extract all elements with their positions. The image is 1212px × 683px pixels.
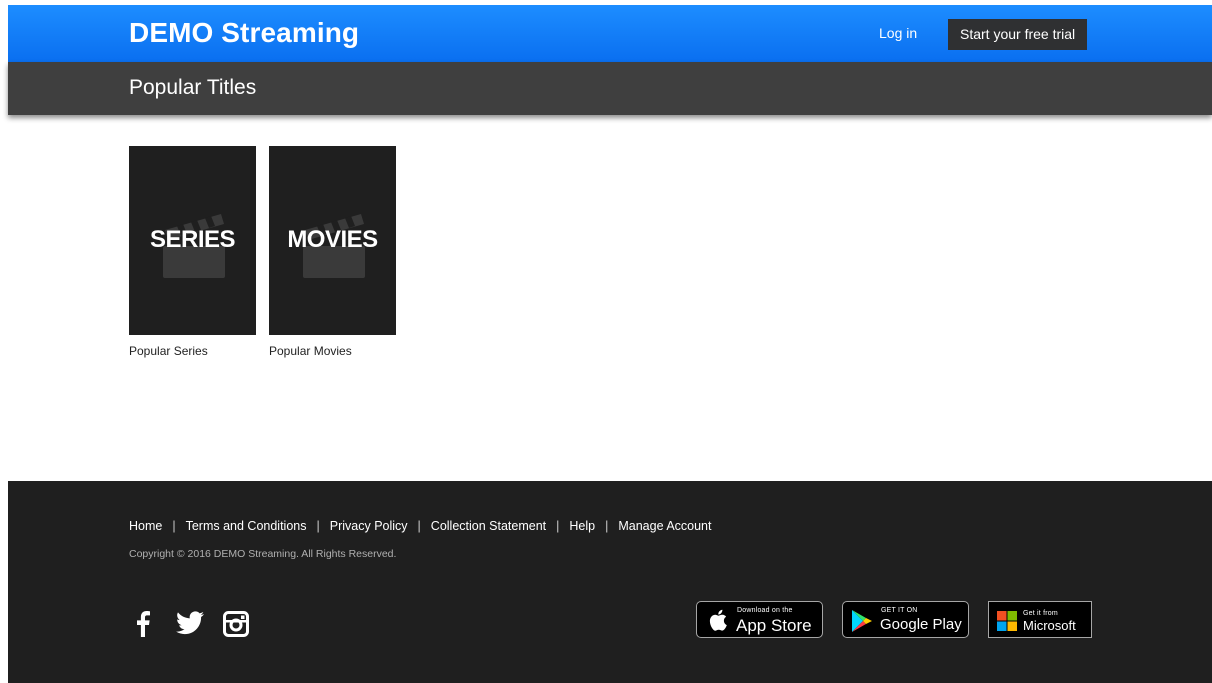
footer-links: Home | Terms and Conditions | Privacy Po… (129, 519, 711, 533)
section-header: Popular Titles (8, 62, 1212, 115)
movies-caption[interactable]: Popular Movies (269, 344, 396, 358)
page-title: Popular Titles (129, 76, 257, 99)
footer-separator: | (417, 519, 421, 533)
series-poster-label: SERIES (149, 226, 236, 253)
microsoft-small-text: Get it from (1023, 610, 1058, 617)
footer-link-manage-account[interactable]: Manage Account (618, 519, 711, 533)
page: DEMO Streaming Log in Start your free tr… (8, 5, 1212, 683)
google-play-small-text: GET IT ON (881, 607, 918, 614)
login-link[interactable]: Log in (879, 25, 917, 41)
facebook-icon[interactable] (136, 611, 150, 637)
popular-movies-tile[interactable]: MOVIES Popular Movies (269, 146, 396, 358)
instagram-icon[interactable] (223, 611, 249, 637)
google-play-badge[interactable]: GET IT ON Google Play (842, 601, 969, 638)
app-store-badge[interactable]: Download on the App Store (696, 601, 823, 638)
footer-separator: | (605, 519, 609, 533)
footer-link-privacy[interactable]: Privacy Policy (330, 519, 408, 533)
footer: Home | Terms and Conditions | Privacy Po… (8, 481, 1212, 683)
footer-separator: | (556, 519, 560, 533)
top-header: DEMO Streaming Log in Start your free tr… (8, 5, 1212, 62)
movies-poster-label: MOVIES (287, 226, 378, 253)
microsoft-store-badge[interactable]: Get it from Microsoft (988, 601, 1092, 638)
apple-icon (709, 609, 727, 631)
twitter-icon[interactable] (176, 611, 204, 635)
google-play-icon (852, 610, 872, 632)
footer-separator: | (316, 519, 320, 533)
footer-link-home[interactable]: Home (129, 519, 162, 533)
app-store-big-text: App Store (736, 616, 812, 635)
microsoft-icon (997, 611, 1017, 631)
brand-logo[interactable]: DEMO Streaming (129, 17, 359, 49)
popular-series-tile[interactable]: SERIES Popular Series (129, 146, 256, 358)
copyright-text: Copyright © 2016 DEMO Streaming. All Rig… (129, 548, 397, 560)
movies-poster[interactable]: MOVIES (269, 146, 396, 335)
footer-link-collection-statement[interactable]: Collection Statement (431, 519, 546, 533)
series-poster[interactable]: SERIES (129, 146, 256, 335)
google-play-big-text: Google Play (880, 616, 962, 633)
series-caption[interactable]: Popular Series (129, 344, 256, 358)
footer-separator: | (172, 519, 176, 533)
footer-link-terms[interactable]: Terms and Conditions (186, 519, 307, 533)
microsoft-big-text: Microsoft (1023, 618, 1076, 633)
app-store-small-text: Download on the (737, 607, 793, 614)
start-free-trial-button[interactable]: Start your free trial (948, 19, 1088, 50)
footer-link-help[interactable]: Help (569, 519, 595, 533)
